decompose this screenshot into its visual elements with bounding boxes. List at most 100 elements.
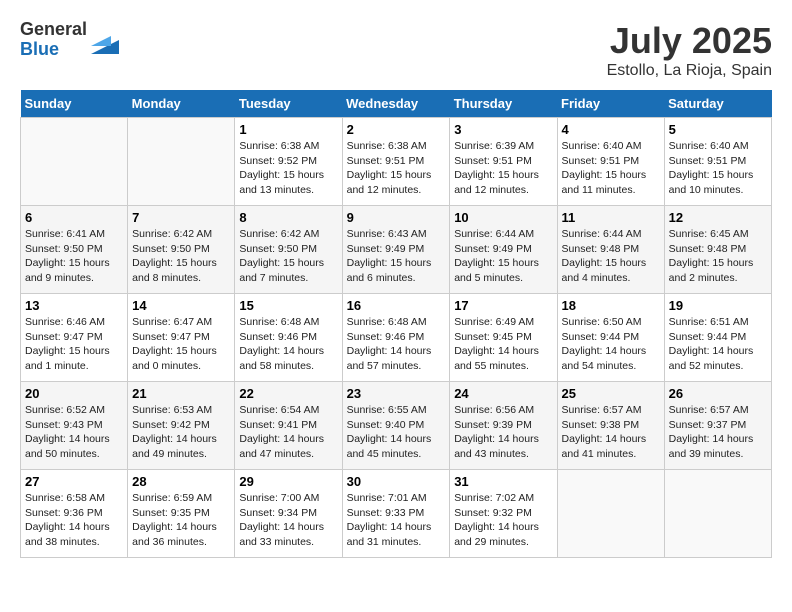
calendar-cell: 28 Sunrise: 6:59 AMSunset: 9:35 PMDayligh… [128, 470, 235, 558]
day-number: 8 [239, 210, 337, 225]
col-header-friday: Friday [557, 90, 664, 118]
day-detail: Sunrise: 6:54 AMSunset: 9:41 PMDaylight:… [239, 403, 337, 462]
calendar-cell [128, 118, 235, 206]
calendar-cell: 2 Sunrise: 6:38 AMSunset: 9:51 PMDaylight… [342, 118, 450, 206]
day-detail: Sunrise: 6:44 AMSunset: 9:48 PMDaylight:… [562, 227, 660, 286]
month-year: July 2025 [607, 20, 772, 62]
day-number: 17 [454, 298, 552, 313]
logo-general-text: General [20, 20, 87, 40]
calendar-cell: 21 Sunrise: 6:53 AMSunset: 9:42 PMDayligh… [128, 382, 235, 470]
title-block: July 2025 Estollo, La Rioja, Spain [607, 20, 772, 80]
calendar-cell: 16 Sunrise: 6:48 AMSunset: 9:46 PMDayligh… [342, 294, 450, 382]
day-number: 18 [562, 298, 660, 313]
day-number: 12 [669, 210, 767, 225]
day-number: 4 [562, 122, 660, 137]
day-number: 14 [132, 298, 230, 313]
day-number: 6 [25, 210, 123, 225]
day-detail: Sunrise: 6:38 AMSunset: 9:51 PMDaylight:… [347, 139, 446, 198]
calendar-cell: 20Sunrise: 6:52 AMSunset: 9:43 PMDayligh… [21, 382, 128, 470]
day-detail: Sunrise: 6:59 AMSunset: 9:35 PMDaylight:… [132, 491, 230, 550]
calendar-cell [21, 118, 128, 206]
col-header-monday: Monday [128, 90, 235, 118]
logo-icon [91, 26, 119, 54]
day-number: 16 [347, 298, 446, 313]
day-detail: Sunrise: 6:55 AMSunset: 9:40 PMDaylight:… [347, 403, 446, 462]
day-number: 15 [239, 298, 337, 313]
day-number: 10 [454, 210, 552, 225]
calendar-cell: 14Sunrise: 6:47 AMSunset: 9:47 PMDayligh… [128, 294, 235, 382]
day-detail: Sunrise: 6:57 AMSunset: 9:38 PMDaylight:… [562, 403, 660, 462]
day-number: 21 [132, 386, 230, 401]
logo: General Blue [20, 20, 119, 60]
day-detail: Sunrise: 7:02 AMSunset: 9:32 PMDaylight:… [454, 491, 552, 550]
calendar-cell: 8 Sunrise: 6:42 AMSunset: 9:50 PMDaylight… [235, 206, 342, 294]
calendar-cell: 15Sunrise: 6:48 AMSunset: 9:46 PMDayligh… [235, 294, 342, 382]
day-detail: Sunrise: 6:52 AMSunset: 9:43 PMDaylight:… [25, 403, 123, 462]
day-number: 22 [239, 386, 337, 401]
calendar-cell: 12 Sunrise: 6:45 AMSunset: 9:48 PMDayligh… [664, 206, 771, 294]
day-number: 29 [239, 474, 337, 489]
day-detail: Sunrise: 6:57 AMSunset: 9:37 PMDaylight:… [669, 403, 767, 462]
day-number: 5 [669, 122, 767, 137]
calendar-cell: 25 Sunrise: 6:57 AMSunset: 9:38 PMDayligh… [557, 382, 664, 470]
calendar-cell: 30Sunrise: 7:01 AMSunset: 9:33 PMDayligh… [342, 470, 450, 558]
day-detail: Sunrise: 6:42 AMSunset: 9:50 PMDaylight:… [239, 227, 337, 286]
day-number: 3 [454, 122, 552, 137]
col-header-thursday: Thursday [450, 90, 557, 118]
calendar-cell: 31 Sunrise: 7:02 AMSunset: 9:32 PMDayligh… [450, 470, 557, 558]
calendar-cell: 11 Sunrise: 6:44 AMSunset: 9:48 PMDayligh… [557, 206, 664, 294]
calendar-cell: 22 Sunrise: 6:54 AMSunset: 9:41 PMDayligh… [235, 382, 342, 470]
day-detail: Sunrise: 6:45 AMSunset: 9:48 PMDaylight:… [669, 227, 767, 286]
day-detail: Sunrise: 6:42 AMSunset: 9:50 PMDaylight:… [132, 227, 230, 286]
calendar-week-row: 1Sunrise: 6:38 AMSunset: 9:52 PMDaylight… [21, 118, 772, 206]
calendar-header-row: SundayMondayTuesdayWednesdayThursdayFrid… [21, 90, 772, 118]
day-detail: Sunrise: 6:39 AMSunset: 9:51 PMDaylight:… [454, 139, 552, 198]
calendar-cell: 13 Sunrise: 6:46 AMSunset: 9:47 PMDayligh… [21, 294, 128, 382]
day-detail: Sunrise: 6:41 AMSunset: 9:50 PMDaylight:… [25, 227, 123, 286]
col-header-tuesday: Tuesday [235, 90, 342, 118]
day-detail: Sunrise: 6:43 AMSunset: 9:49 PMDaylight:… [347, 227, 446, 286]
calendar-week-row: 13 Sunrise: 6:46 AMSunset: 9:47 PMDayligh… [21, 294, 772, 382]
calendar-cell: 19Sunrise: 6:51 AMSunset: 9:44 PMDayligh… [664, 294, 771, 382]
calendar-cell: 18 Sunrise: 6:50 AMSunset: 9:44 PMDayligh… [557, 294, 664, 382]
day-number: 23 [347, 386, 446, 401]
day-detail: Sunrise: 6:51 AMSunset: 9:44 PMDaylight:… [669, 315, 767, 374]
day-detail: Sunrise: 6:56 AMSunset: 9:39 PMDaylight:… [454, 403, 552, 462]
day-detail: Sunrise: 6:53 AMSunset: 9:42 PMDaylight:… [132, 403, 230, 462]
calendar-cell: 7 Sunrise: 6:42 AMSunset: 9:50 PMDaylight… [128, 206, 235, 294]
col-header-wednesday: Wednesday [342, 90, 450, 118]
day-number: 7 [132, 210, 230, 225]
day-number: 27 [25, 474, 123, 489]
day-number: 24 [454, 386, 552, 401]
day-detail: Sunrise: 6:49 AMSunset: 9:45 PMDaylight:… [454, 315, 552, 374]
calendar-cell: 4Sunrise: 6:40 AMSunset: 9:51 PMDaylight… [557, 118, 664, 206]
day-number: 11 [562, 210, 660, 225]
day-detail: Sunrise: 6:46 AMSunset: 9:47 PMDaylight:… [25, 315, 123, 374]
col-header-saturday: Saturday [664, 90, 771, 118]
calendar-cell [664, 470, 771, 558]
calendar-cell: 24 Sunrise: 6:56 AMSunset: 9:39 PMDayligh… [450, 382, 557, 470]
day-number: 13 [25, 298, 123, 313]
calendar-week-row: 27 Sunrise: 6:58 AMSunset: 9:36 PMDayligh… [21, 470, 772, 558]
day-number: 28 [132, 474, 230, 489]
day-detail: Sunrise: 6:48 AMSunset: 9:46 PMDaylight:… [347, 315, 446, 374]
day-number: 25 [562, 386, 660, 401]
col-header-sunday: Sunday [21, 90, 128, 118]
day-detail: Sunrise: 6:50 AMSunset: 9:44 PMDaylight:… [562, 315, 660, 374]
location: Estollo, La Rioja, Spain [607, 62, 772, 80]
calendar-cell: 5Sunrise: 6:40 AMSunset: 9:51 PMDaylight… [664, 118, 771, 206]
calendar-cell: 23 Sunrise: 6:55 AMSunset: 9:40 PMDayligh… [342, 382, 450, 470]
day-number: 2 [347, 122, 446, 137]
calendar-cell: 27 Sunrise: 6:58 AMSunset: 9:36 PMDayligh… [21, 470, 128, 558]
day-number: 31 [454, 474, 552, 489]
calendar-cell: 6 Sunrise: 6:41 AMSunset: 9:50 PMDaylight… [21, 206, 128, 294]
day-number: 9 [347, 210, 446, 225]
calendar-cell: 26Sunrise: 6:57 AMSunset: 9:37 PMDayligh… [664, 382, 771, 470]
calendar-cell: 29Sunrise: 7:00 AMSunset: 9:34 PMDayligh… [235, 470, 342, 558]
calendar-cell: 9 Sunrise: 6:43 AMSunset: 9:49 PMDaylight… [342, 206, 450, 294]
calendar-week-row: 20Sunrise: 6:52 AMSunset: 9:43 PMDayligh… [21, 382, 772, 470]
day-detail: Sunrise: 6:58 AMSunset: 9:36 PMDaylight:… [25, 491, 123, 550]
page-header: General Blue July 2025 Estollo, La Rioja… [20, 20, 772, 80]
calendar-cell: 3 Sunrise: 6:39 AMSunset: 9:51 PMDaylight… [450, 118, 557, 206]
day-detail: Sunrise: 6:38 AMSunset: 9:52 PMDaylight:… [239, 139, 337, 198]
